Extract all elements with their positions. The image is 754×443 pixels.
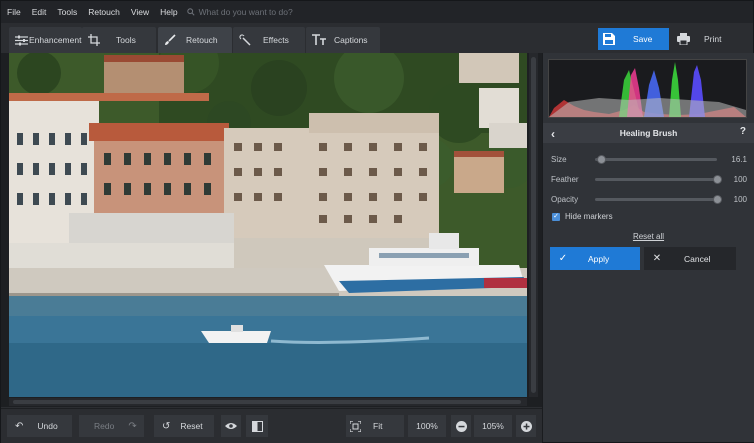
redo-icon: ↷ <box>128 420 137 432</box>
back-arrow-icon[interactable]: ‹ <box>551 127 555 141</box>
slider-track[interactable] <box>595 174 722 184</box>
print-label: Print <box>704 34 722 44</box>
help-icon[interactable]: ? <box>740 126 746 137</box>
undo-icon: ↶ <box>15 420 24 432</box>
compare-button[interactable] <box>246 415 268 437</box>
slider-track[interactable] <box>595 194 722 204</box>
search-placeholder: What do you want to do? <box>198 7 293 17</box>
sliders-icon <box>15 35 28 45</box>
size-slider[interactable]: Size 16.1 <box>551 152 747 166</box>
text-icon <box>312 34 326 45</box>
cancel-label: Cancel <box>684 253 711 264</box>
tab-label: Effects <box>263 35 289 45</box>
slider-knob[interactable] <box>713 194 722 204</box>
preview-toggle[interactable] <box>221 415 241 437</box>
slider-track[interactable] <box>595 154 717 164</box>
zoom-100-button[interactable]: 100% <box>408 415 446 437</box>
tab-tools[interactable]: Tools <box>82 27 156 53</box>
eye-icon <box>225 423 237 429</box>
fit-button[interactable]: Fit <box>346 415 404 437</box>
slider-label: Opacity <box>551 194 579 204</box>
scroll-thumb[interactable] <box>13 400 521 404</box>
fit-label: Fit <box>373 421 383 431</box>
slider-value: 100 <box>733 174 747 184</box>
tab-effects[interactable]: Effects <box>233 27 305 53</box>
fit-screen-icon <box>350 420 361 432</box>
app-window: File Edit Tools Retouch View Help What d… <box>0 0 754 443</box>
cancel-button[interactable]: ✕ Cancel <box>644 247 736 270</box>
slider-knob[interactable] <box>713 174 722 184</box>
tab-label: Retouch <box>186 35 218 45</box>
checkmark-icon: ✓ <box>558 253 568 264</box>
zoom-in-button[interactable] <box>516 415 536 437</box>
slider-value: 100 <box>733 194 747 204</box>
tab-captions[interactable]: Captions <box>306 27 380 53</box>
apply-label: Apply <box>588 253 610 264</box>
plus-circle-icon <box>520 420 532 432</box>
command-search[interactable]: What do you want to do? <box>186 7 293 17</box>
menu-tools[interactable]: Tools <box>51 7 82 17</box>
slider-label: Size <box>551 154 567 164</box>
harbor-photo[interactable] <box>9 53 527 397</box>
horizontal-scrollbar[interactable] <box>9 398 527 406</box>
menu-file[interactable]: File <box>1 7 26 17</box>
brush-icon <box>165 34 176 45</box>
slider-label: Feather <box>551 174 579 184</box>
panel-header: ‹ Healing Brush ? <box>543 123 754 143</box>
bottom-bar: ↶ Undo Redo ↷ ↺ Reset Fit 100% 105% <box>1 408 542 443</box>
panel-title: Healing Brush <box>619 128 678 138</box>
feather-slider[interactable]: Feather 100 <box>551 172 747 186</box>
photo-image <box>9 53 527 397</box>
printer-icon <box>677 33 690 45</box>
tab-label: Enhancement <box>29 35 82 45</box>
print-button[interactable]: Print <box>671 28 743 50</box>
slider-value: 16.1 <box>731 154 747 164</box>
reset-icon: ↺ <box>162 420 171 432</box>
minus-circle-icon <box>455 420 467 432</box>
apply-button[interactable]: ✓ Apply <box>550 247 640 270</box>
reset-button[interactable]: ↺ Reset <box>154 415 214 437</box>
reset-all-link[interactable]: Reset all <box>543 232 754 241</box>
zoom-level-field[interactable]: 105% <box>474 415 512 437</box>
zoom-out-button[interactable] <box>451 415 471 437</box>
slider-knob[interactable] <box>597 154 607 164</box>
vertical-scrollbar[interactable] <box>529 53 538 397</box>
save-button[interactable]: Save <box>598 28 669 50</box>
scroll-thumb[interactable] <box>531 57 536 393</box>
crop-icon <box>88 34 100 46</box>
redo-label: Redo <box>94 421 115 431</box>
menu-bar: File Edit Tools Retouch View Help What d… <box>1 1 753 23</box>
reset-label: Reset <box>180 421 203 431</box>
menu-view[interactable]: View <box>125 7 154 17</box>
opacity-slider[interactable]: Opacity 100 <box>551 192 747 206</box>
undo-button[interactable]: ↶ Undo <box>7 415 72 437</box>
compare-icon <box>251 420 263 432</box>
menu-edit[interactable]: Edit <box>26 7 52 17</box>
hide-markers-checkbox[interactable]: ✓ Hide markers <box>552 212 613 221</box>
tab-label: Tools <box>116 35 136 45</box>
histogram-graph <box>549 62 746 117</box>
tab-enhancement[interactable]: Enhancement <box>9 27 82 53</box>
menu-retouch[interactable]: Retouch <box>82 7 125 17</box>
save-label: Save <box>633 34 653 44</box>
undo-label: Undo <box>37 421 58 431</box>
checkbox-label: Hide markers <box>565 212 613 221</box>
redo-button[interactable]: Redo ↷ <box>79 415 144 437</box>
tab-label: Captions <box>334 35 368 45</box>
menu-help[interactable]: Help <box>154 7 182 17</box>
checkmark-icon[interactable]: ✓ <box>552 212 560 221</box>
image-canvas[interactable] <box>1 53 542 407</box>
magic-wand-icon <box>239 34 251 46</box>
zoom-100-label: 100% <box>416 421 438 431</box>
floppy-disk-icon <box>603 33 615 45</box>
search-icon <box>186 8 195 16</box>
histogram <box>548 59 747 118</box>
close-icon: ✕ <box>652 253 662 264</box>
zoom-level-value: 105% <box>482 421 504 431</box>
tab-retouch[interactable]: Retouch <box>158 27 232 53</box>
